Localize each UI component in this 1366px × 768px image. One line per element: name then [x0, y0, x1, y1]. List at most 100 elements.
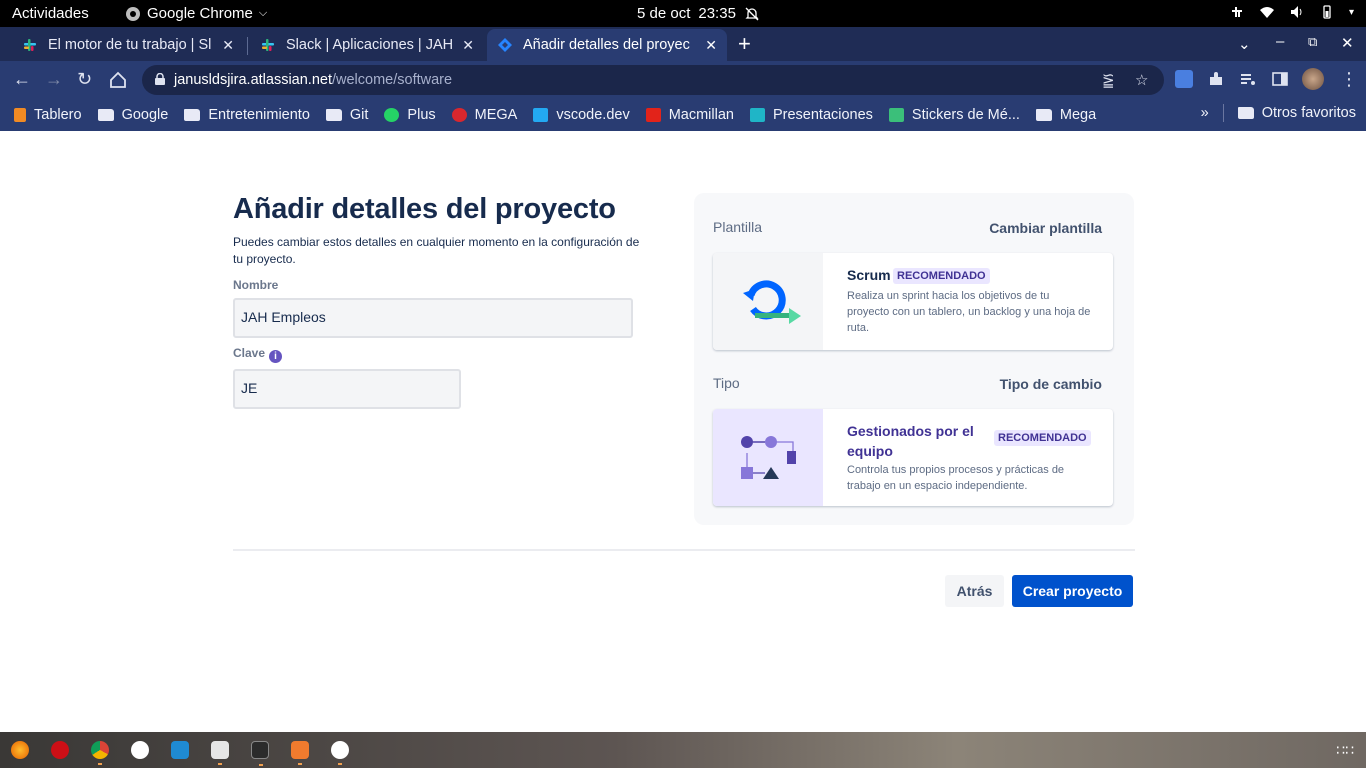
mega-icon [451, 107, 467, 122]
share-icon[interactable]: ⪠ [1102, 71, 1115, 89]
files-icon[interactable] [211, 741, 229, 765]
page-title: Añadir detalles del proyecto [233, 193, 616, 225]
team-managed-card-description: Controla tus propios procesos y práctica… [847, 464, 1065, 492]
folder-icon [97, 108, 114, 121]
software-store-icon[interactable] [291, 741, 309, 765]
opera-icon[interactable] [51, 741, 69, 759]
create-project-button[interactable]: Crear proyecto [1012, 575, 1133, 607]
footer-divider [233, 549, 1135, 551]
show-apps-grid-icon[interactable]: ∷∷ [1336, 742, 1354, 759]
bookmark-other-favorites[interactable]: Otros favoritos [1237, 105, 1356, 121]
plus-icon [384, 107, 400, 122]
bookmark-folder-git[interactable]: Git [325, 107, 368, 123]
team-managed-card[interactable]: Gestionados por el equipo RECOMENDADO Co… [713, 409, 1113, 506]
key-label-text: Clave [233, 346, 266, 360]
close-window-icon[interactable]: ✕ [1341, 34, 1354, 52]
bookmark-macmillan[interactable]: Macmillan [645, 107, 734, 123]
url-domain: janusldsjira.atlassian.net [174, 72, 332, 88]
home-icon[interactable] [109, 71, 127, 89]
battery-icon [1323, 5, 1331, 19]
bookmark-folder-mega[interactable]: Mega [1035, 106, 1097, 123]
bookmark-stickers[interactable]: Stickers de Mé... [888, 107, 1020, 123]
tab-title: Añadir detalles del proyec [523, 37, 690, 53]
bookmark-mega[interactable]: MEGA [451, 107, 517, 123]
tab-jira-active[interactable]: Añadir detalles del proyec ✕ [487, 29, 727, 61]
scrum-template-card[interactable]: Scrum RECOMENDADO Realiza un sprint haci… [713, 253, 1113, 350]
scrum-card-title: Scrum [847, 267, 891, 283]
bookmarks-separator [1222, 104, 1224, 122]
slack-dock-icon[interactable] [331, 741, 349, 765]
template-panel: Plantilla Cambiar plantilla Scrum RECOME… [694, 193, 1134, 525]
name-field-label: Nombre [233, 278, 279, 292]
tab-slack-aplicaciones[interactable]: Slack | Aplicaciones | JAH E ✕ [250, 29, 484, 61]
system-tray[interactable]: ▾ [1229, 4, 1354, 20]
address-bar[interactable]: janusldsjira.atlassian.net/welcome/softw… [142, 65, 1164, 95]
bookmark-label: vscode.dev [556, 106, 630, 123]
back-icon[interactable]: ← [13, 69, 31, 90]
bookmark-presentaciones[interactable]: Presentaciones [749, 106, 873, 123]
bookmark-star-icon[interactable]: ☆ [1135, 71, 1148, 89]
bookmarks-overflow-icon[interactable]: » [1201, 105, 1209, 121]
system-top-bar: Actividades Google Chrome ⌵ 5 de oct 23:… [0, 0, 1366, 27]
forward-icon[interactable]: → [45, 69, 63, 90]
bookmark-folder-google[interactable]: Google [97, 107, 168, 123]
bookmark-label: Presentaciones [772, 106, 873, 123]
side-panel-icon[interactable] [1271, 70, 1289, 88]
folder-icon [1237, 107, 1254, 119]
lock-icon[interactable] [155, 73, 165, 85]
vscode-dock-icon[interactable] [171, 741, 189, 759]
stickers-icon [888, 107, 904, 122]
volume-icon [1290, 6, 1302, 18]
browser-toolbar: ← → ↻ janusldsjira.atlassian.net/welcome… [0, 61, 1366, 98]
app-menu[interactable]: Google Chrome ⌵ [125, 5, 267, 22]
info-icon[interactable]: i [269, 350, 283, 363]
bookmark-plus[interactable]: Plus [384, 106, 436, 123]
chrome-menu-icon[interactable]: ⋮ [1340, 69, 1358, 90]
writer-icon[interactable] [131, 741, 149, 759]
bookmark-label: Plus [407, 106, 436, 123]
presentaciones-icon [749, 107, 765, 122]
minimize-icon[interactable]: – [1276, 33, 1284, 50]
extensions-puzzle-icon[interactable] [1207, 70, 1225, 88]
close-tab-icon[interactable]: ✕ [462, 37, 474, 54]
folder-icon [325, 108, 342, 121]
tablero-icon [14, 107, 26, 122]
terminal-icon[interactable] [251, 741, 269, 766]
clock[interactable]: 5 de oct 23:35 [637, 5, 760, 22]
type-heading: Tipo [713, 375, 740, 391]
new-tab-icon[interactable]: + [738, 31, 751, 57]
close-tab-icon[interactable]: ✕ [222, 37, 234, 54]
change-template-link[interactable]: Cambiar plantilla [989, 220, 1102, 236]
project-key-input[interactable]: JE [233, 369, 461, 409]
team-managed-card-title: Gestionados por el equipo [847, 423, 974, 459]
wifi-icon [1259, 7, 1274, 18]
change-type-link[interactable]: Tipo de cambio [1000, 376, 1102, 392]
template-heading: Plantilla [713, 219, 763, 235]
translate-extension-icon[interactable] [1175, 70, 1193, 88]
tab-search-icon[interactable]: ⌄ [1238, 35, 1251, 53]
tab-title: El motor de tu trabajo | Sl [48, 37, 212, 53]
reload-icon[interactable]: ↻ [77, 69, 92, 90]
bookmark-label: Mega [1059, 106, 1097, 123]
folder-icon [1035, 108, 1052, 121]
app-name: Google Chrome [147, 5, 253, 22]
activities-button[interactable]: Actividades [12, 5, 89, 22]
bookmark-vscode[interactable]: vscode.dev [533, 106, 630, 123]
url-text: janusldsjira.atlassian.net/welcome/softw… [174, 72, 452, 88]
restore-icon[interactable]: ⧉ [1308, 34, 1317, 50]
bookmark-folder-entretenimiento[interactable]: Entretenimiento [184, 107, 310, 123]
close-tab-icon[interactable]: ✕ [705, 37, 717, 54]
chrome-dock-icon[interactable] [91, 741, 109, 765]
back-button[interactable]: Atrás [945, 575, 1004, 607]
firefox-icon[interactable] [11, 741, 29, 759]
vscode-icon [533, 107, 549, 122]
macmillan-icon [645, 107, 661, 122]
tab-slack-motor[interactable]: El motor de tu trabajo | Sl ✕ [12, 29, 244, 61]
project-name-input[interactable]: JAH Empleos [233, 298, 633, 338]
date-text: 5 de oct [637, 5, 691, 22]
media-control-icon[interactable] [1239, 70, 1257, 88]
bookmark-tablero[interactable]: Tablero [14, 107, 82, 123]
url-path: /welcome/software [331, 72, 453, 88]
profile-avatar[interactable] [1302, 68, 1324, 90]
bookmark-label: Otros favoritos [1261, 105, 1356, 121]
